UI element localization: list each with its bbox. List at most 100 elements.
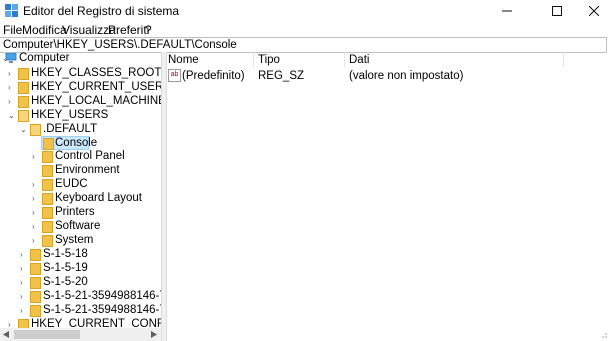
chevron-right-icon[interactable]: › xyxy=(20,304,28,315)
tree-item-control-panel[interactable]: › Control Panel xyxy=(0,150,161,163)
resize-grip-icon[interactable] xyxy=(598,329,608,339)
tree-horizontal-scrollbar[interactable] xyxy=(0,328,161,341)
value-name: (Predefinito) xyxy=(182,70,245,82)
menu-help[interactable]: ? xyxy=(145,23,152,37)
tree-item-label: HKEY_CLASSES_ROOT xyxy=(31,67,161,79)
column-divider[interactable] xyxy=(563,52,564,67)
scroll-right-icon[interactable] xyxy=(151,331,157,338)
close-icon xyxy=(588,5,600,17)
folder-open-icon xyxy=(18,110,29,122)
folder-icon xyxy=(18,96,29,108)
minimize-icon xyxy=(501,10,512,12)
tree-item-label: HKEY_CURRENT_USER xyxy=(31,81,161,93)
scroll-left-icon[interactable] xyxy=(3,331,9,338)
tree-item-system[interactable]: › System xyxy=(0,234,161,247)
computer-icon xyxy=(5,53,17,63)
chevron-right-icon[interactable]: › xyxy=(32,206,40,217)
tree-item-label: Computer xyxy=(19,52,70,64)
tree-item-s-1-5-18[interactable]: › S-1-5-18 xyxy=(0,248,161,261)
string-value-icon: ab xyxy=(168,69,181,82)
value-data: (valore non impostato) xyxy=(349,70,464,82)
folder-icon xyxy=(42,165,53,177)
tree-item-label: .DEFAULT xyxy=(43,123,98,135)
title-bar: Editor del Registro di sistema xyxy=(0,0,610,22)
address-path[interactable]: Computer\HKEY_USERS\.DEFAULT\Console xyxy=(3,38,237,52)
close-button[interactable] xyxy=(578,0,610,22)
tree-item-computer[interactable]: ⌄ Computer xyxy=(0,52,161,65)
tree-item-software[interactable]: › Software xyxy=(0,220,161,233)
tree-item-label: HKEY_USERS xyxy=(31,109,109,121)
chevron-right-icon[interactable]: › xyxy=(32,234,40,245)
maximize-icon xyxy=(551,6,562,16)
tree-item-eudc[interactable]: › EUDC xyxy=(0,178,161,191)
menu-file[interactable]: File xyxy=(3,23,22,37)
chevron-right-icon[interactable]: › xyxy=(32,220,40,231)
folder-icon xyxy=(30,277,41,289)
folder-icon xyxy=(30,291,41,303)
column-divider[interactable] xyxy=(344,52,345,67)
tree-item-hkey-current-user[interactable]: › HKEY_CURRENT_USER xyxy=(0,81,161,94)
tree-item-printers[interactable]: › Printers xyxy=(0,206,161,219)
window-title: Editor del Registro di sistema xyxy=(23,4,180,18)
tree-item-hkey-users[interactable]: ⌄ HKEY_USERS xyxy=(0,109,161,122)
chevron-down-icon[interactable]: ⌄ xyxy=(20,123,28,134)
chevron-right-icon[interactable]: › xyxy=(20,276,28,287)
folder-open-icon xyxy=(30,124,41,136)
tree-item-label: Printers xyxy=(55,206,95,218)
chevron-right-icon[interactable]: › xyxy=(8,81,16,92)
menu-bar: File Modifica Visualizza Preferiti ? xyxy=(0,22,610,38)
folder-icon xyxy=(42,193,53,205)
folder-icon xyxy=(18,68,29,80)
tree-item-environment[interactable]: Environment xyxy=(0,164,161,177)
tree-item-console[interactable]: Console xyxy=(41,136,97,150)
folder-icon xyxy=(42,179,53,191)
chevron-right-icon[interactable]: › xyxy=(20,248,28,259)
folder-icon xyxy=(42,207,53,219)
tree-item-label: HKEY_LOCAL_MACHINE xyxy=(31,95,161,107)
key-tree[interactable]: ⌄ Computer › HKEY_CLASSES_ROOT › HKEY_CU… xyxy=(0,52,161,341)
registry-editor-icon xyxy=(5,4,18,17)
address-bar[interactable]: Computer\HKEY_USERS\.DEFAULT\Console xyxy=(0,37,607,53)
folder-icon xyxy=(18,82,29,94)
chevron-right-icon[interactable]: › xyxy=(32,150,40,161)
tree-item-label: EUDC xyxy=(55,178,88,190)
column-header-name[interactable]: Nome xyxy=(168,54,199,66)
menu-modifica[interactable]: Modifica xyxy=(22,23,67,37)
tree-item-label: Keyboard Layout xyxy=(55,192,142,204)
tree-item-s-1-5-21-b[interactable]: › S-1-5-21-3594988146-774102 xyxy=(0,304,161,317)
chevron-right-icon[interactable]: › xyxy=(32,178,40,189)
column-divider[interactable] xyxy=(253,52,254,67)
tree-item-label: Environment xyxy=(55,164,120,176)
tree-item-label: S-1-5-20 xyxy=(43,276,88,288)
tree-item-label: System xyxy=(55,234,94,246)
value-type: REG_SZ xyxy=(258,70,305,82)
tree-item-keyboard-layout[interactable]: › Keyboard Layout xyxy=(0,192,161,205)
minimize-button[interactable] xyxy=(484,0,529,22)
tree-item-s-1-5-21-a[interactable]: › S-1-5-21-3594988146-774102 xyxy=(0,290,161,303)
values-list[interactable]: Nome Tipo Dati ab (Predefinito) REG_SZ (… xyxy=(166,52,610,341)
scrollbar-thumb[interactable] xyxy=(14,330,80,339)
tree-item-label: S-1-5-19 xyxy=(43,262,88,274)
tree-item-s-1-5-19[interactable]: › S-1-5-19 xyxy=(0,262,161,275)
folder-icon xyxy=(42,151,53,163)
chevron-right-icon[interactable]: › xyxy=(8,67,16,78)
tree-item-label: S-1-5-21-3594988146-774102 xyxy=(43,304,161,316)
folder-icon xyxy=(30,249,41,261)
maximize-button[interactable] xyxy=(534,0,579,22)
tree-item-hkey-local-machine[interactable]: › HKEY_LOCAL_MACHINE xyxy=(0,95,161,108)
tree-item-hkey-classes-root[interactable]: › HKEY_CLASSES_ROOT xyxy=(0,67,161,80)
chevron-right-icon[interactable]: › xyxy=(8,95,16,106)
menu-preferiti[interactable]: Preferiti xyxy=(108,23,149,37)
tree-item-default[interactable]: ⌄ .DEFAULT xyxy=(0,123,161,136)
column-header-data[interactable]: Dati xyxy=(349,54,369,66)
chevron-right-icon[interactable]: › xyxy=(20,290,28,301)
chevron-right-icon[interactable]: › xyxy=(8,318,16,329)
tree-item-label: Console xyxy=(55,137,98,149)
column-header-type[interactable]: Tipo xyxy=(258,54,280,66)
tree-item-s-1-5-20[interactable]: › S-1-5-20 xyxy=(0,276,161,289)
chevron-down-icon[interactable]: ⌄ xyxy=(8,109,16,120)
tree-item-label: S-1-5-18 xyxy=(43,248,88,260)
chevron-right-icon[interactable]: › xyxy=(32,192,40,203)
tree-item-label: Control Panel xyxy=(55,150,125,162)
chevron-right-icon[interactable]: › xyxy=(20,262,28,273)
